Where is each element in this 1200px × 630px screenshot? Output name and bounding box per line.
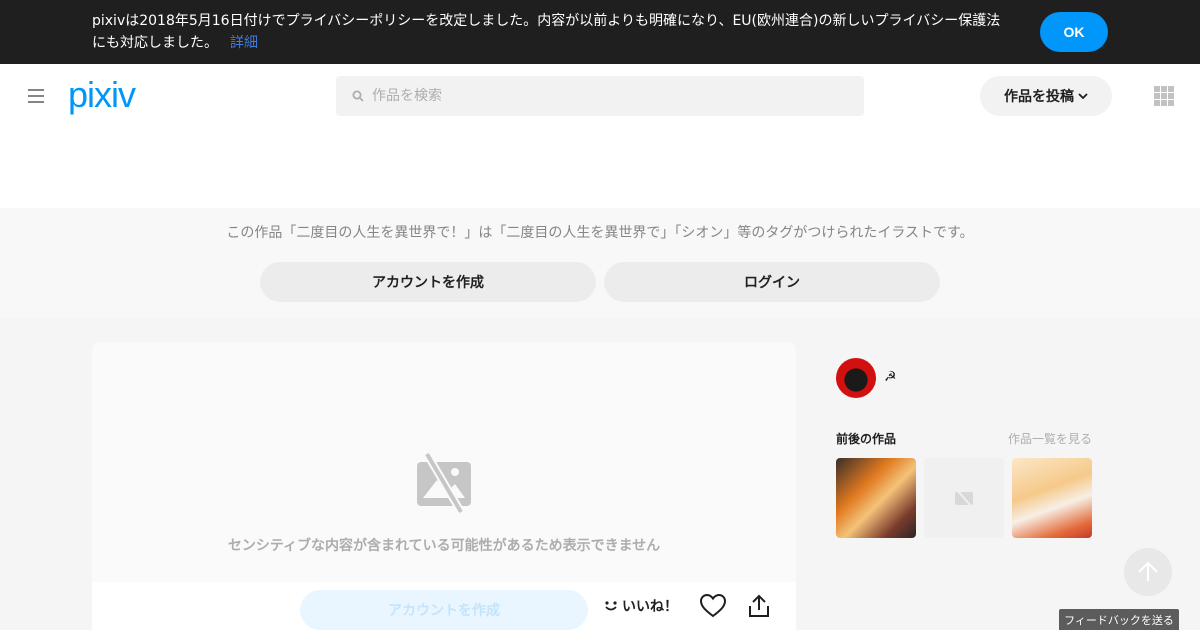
action-create-account-button[interactable]: アカウントを作成 (300, 590, 588, 630)
privacy-details-link[interactable]: 詳細 (230, 35, 258, 51)
adjacent-works-label: 前後の作品 (836, 432, 897, 446)
image-hidden-icon (955, 489, 973, 507)
hidden-work-thumbnail[interactable] (924, 458, 1004, 538)
like-button[interactable]: いいね！ (604, 596, 678, 616)
post-artwork-button[interactable]: 作品を投稿 (980, 76, 1112, 116)
image-hidden-icon (417, 452, 471, 514)
view-all-works-link[interactable]: 作品一覧を見る (1008, 430, 1092, 447)
privacy-banner-text: pixivは2018年5月16日付けでプライバシーポリシーを改定しました。内容が… (92, 10, 1012, 54)
tag-description: この作品「二度目の人生を異世界で！」は「二度目の人生を異世界で」「シオン」等のタ… (226, 225, 974, 241)
share-icon[interactable] (748, 594, 770, 618)
search-icon (352, 90, 364, 102)
menu-icon[interactable] (28, 89, 44, 103)
arrow-up-icon (1138, 561, 1158, 581)
scroll-to-top-button[interactable] (1124, 548, 1172, 596)
heart-icon[interactable] (700, 594, 726, 618)
chevron-down-icon (1078, 93, 1088, 100)
feedback-button[interactable]: フィードバックを送る (1059, 609, 1179, 630)
pixiv-logo[interactable]: pixiv (68, 74, 136, 116)
author-name[interactable]: ☭ (884, 369, 897, 385)
artwork-panel: センシティブな内容が含まれている可能性があるため表示できません (92, 342, 796, 582)
site-header: pixiv 作品を投稿 (0, 64, 1200, 208)
sensitive-content-message: センシティブな内容が含まれている可能性があるため表示できません (227, 538, 661, 554)
like-label: いいね！ (622, 599, 678, 615)
privacy-banner-message: pixivは2018年5月16日付けでプライバシーポリシーを改定しました。内容が… (92, 13, 1001, 51)
next-work-thumbnail[interactable] (1012, 458, 1092, 538)
apps-grid-icon[interactable] (1154, 86, 1174, 106)
author-avatar[interactable] (836, 358, 876, 398)
post-artwork-label: 作品を投稿 (1004, 89, 1074, 105)
login-button[interactable]: ログイン (604, 262, 940, 302)
previous-work-thumbnail[interactable] (836, 458, 916, 538)
create-account-button[interactable]: アカウントを作成 (260, 262, 596, 302)
privacy-banner: pixivは2018年5月16日付けでプライバシーポリシーを改定しました。内容が… (0, 0, 1200, 64)
tag-section: この作品「二度目の人生を異世界で！」は「二度目の人生を異世界で」「シオン」等のタ… (0, 208, 1200, 318)
search-box[interactable] (336, 76, 864, 116)
search-input[interactable] (372, 76, 852, 116)
artwork-action-bar: アカウントを作成 いいね！ (92, 582, 796, 630)
main-content: センシティブな内容が含まれている可能性があるため表示できません アカウントを作成… (0, 318, 1200, 630)
smile-icon (605, 601, 617, 611)
privacy-ok-button[interactable]: OK (1040, 12, 1108, 52)
